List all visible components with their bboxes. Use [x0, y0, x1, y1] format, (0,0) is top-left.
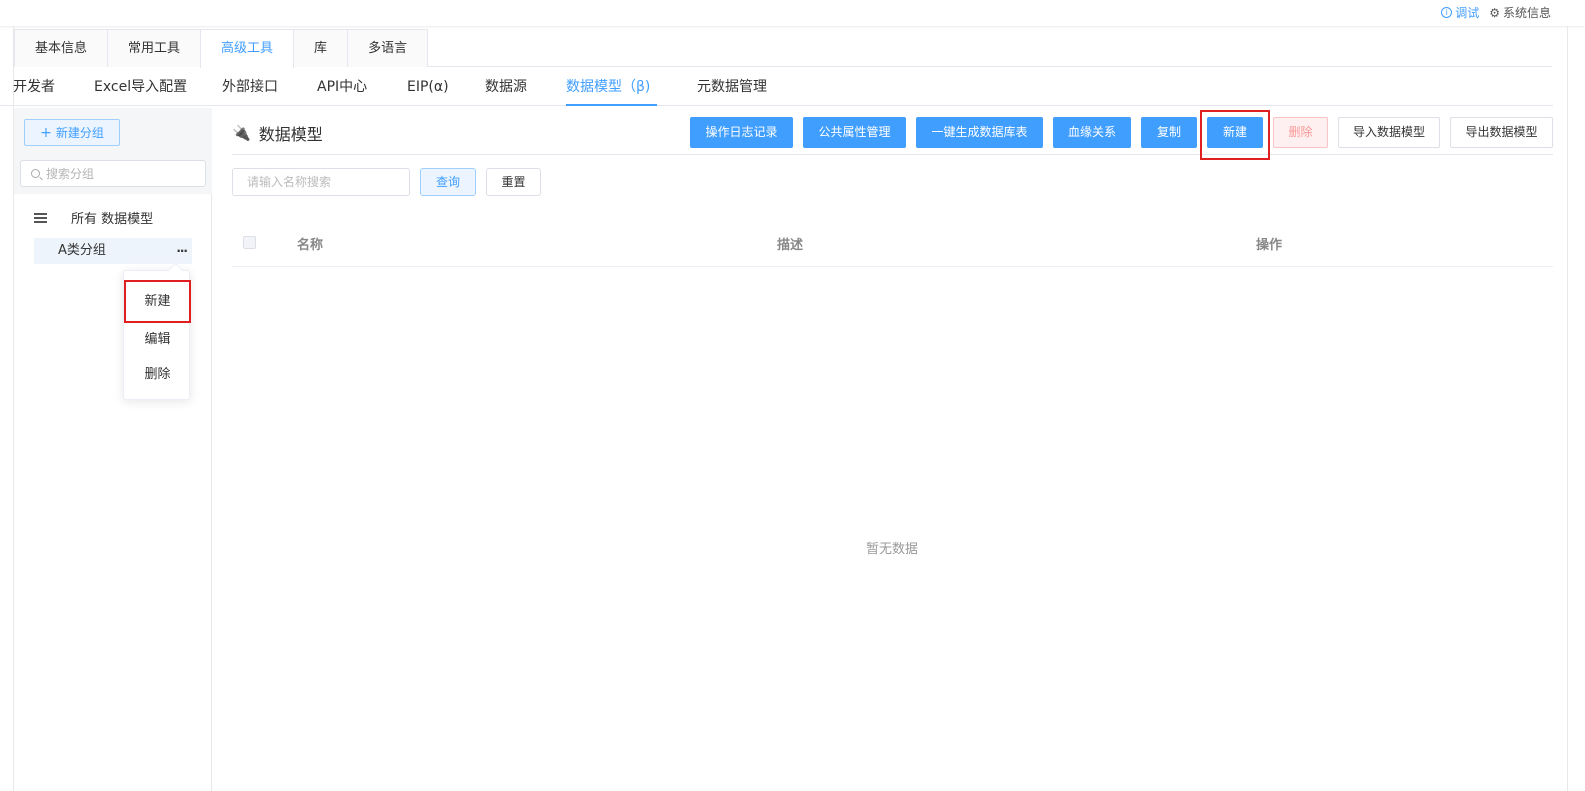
common-attributes-button[interactable]: 公共属性管理	[803, 117, 906, 148]
column-actions: 操作	[1256, 238, 1283, 253]
debug-link[interactable]: i 调试	[1441, 4, 1479, 21]
tree-node-all-label: 所有 数据模型	[71, 212, 154, 227]
system-info-link[interactable]: ⚙ 系统信息	[1489, 4, 1551, 21]
tab-library[interactable]: 库	[293, 29, 349, 67]
top-bar: i 调试 ⚙ 系统信息	[0, 0, 1585, 26]
primary-tabs: 基本信息 常用工具 高级工具 库 多语言	[14, 29, 1552, 68]
import-model-button[interactable]: 导入数据模型	[1338, 117, 1440, 148]
tab-external-api[interactable]: 外部接口	[222, 70, 278, 106]
name-search-input[interactable]	[247, 175, 397, 189]
tab-common-tools[interactable]: 常用工具	[107, 29, 202, 67]
gear-icon: ⚙	[1489, 5, 1500, 20]
system-info-label: 系统信息	[1502, 6, 1551, 20]
tab-datasource[interactable]: 数据源	[485, 70, 527, 106]
name-search-box[interactable]	[232, 168, 410, 196]
tab-developer[interactable]: 开发者	[13, 70, 55, 106]
group-context-menu: 新建 编辑 删除	[123, 270, 191, 400]
context-menu-edit[interactable]: 编辑	[124, 328, 191, 347]
tab-eip[interactable]: EIP(α)	[407, 70, 449, 106]
info-icon: i	[1441, 7, 1453, 18]
right-border	[1567, 26, 1568, 791]
new-group-button[interactable]: + 新建分组	[24, 119, 120, 146]
new-button-highlight	[1200, 110, 1270, 160]
plus-icon: +	[40, 124, 52, 141]
plug-icon: 🔌	[232, 124, 251, 142]
query-button[interactable]: 查询	[420, 168, 476, 196]
export-model-button[interactable]: 导出数据模型	[1450, 117, 1553, 148]
column-name: 名称	[297, 238, 324, 253]
empty-state-text: 暂无数据	[866, 542, 919, 557]
table-header: 名称 描述 操作	[232, 220, 1553, 267]
reset-button[interactable]: 重置	[486, 168, 541, 196]
group-sidebar: + 新建分组 所有 数据模型 A类分组 ···	[14, 108, 212, 791]
tab-excel-import[interactable]: Excel导入配置	[94, 70, 187, 106]
tab-basic-info[interactable]: 基本信息	[14, 29, 109, 67]
secondary-tabs: 开发者 Excel导入配置 外部接口 API中心 EIP(α) 数据源 数据模型…	[0, 70, 1553, 106]
column-description: 描述	[777, 238, 804, 253]
tab-metadata-management[interactable]: 元数据管理	[697, 70, 767, 106]
tree-node-all[interactable]: 所有 数据模型	[34, 208, 153, 227]
page-title-text: 数据模型	[258, 125, 323, 144]
copy-button[interactable]: 复制	[1141, 117, 1197, 148]
generate-db-tables-button[interactable]: 一键生成数据库表	[916, 117, 1043, 148]
tree-node-a-group[interactable]: A类分组 ···	[34, 238, 192, 264]
tab-api-center[interactable]: API中心	[317, 70, 367, 106]
tab-advanced-tools[interactable]: 高级工具	[200, 29, 295, 68]
tree-node-a-label: A类分组	[58, 243, 106, 258]
lineage-button[interactable]: 血缘关系	[1053, 117, 1131, 148]
context-menu-delete[interactable]: 删除	[124, 363, 191, 382]
group-search-input[interactable]	[46, 166, 186, 181]
debug-label: 调试	[1455, 6, 1480, 20]
more-icon[interactable]: ···	[176, 238, 188, 264]
header-divider	[232, 154, 1553, 155]
operation-log-button[interactable]: 操作日志记录	[690, 117, 793, 148]
select-all-checkbox[interactable]	[243, 236, 256, 249]
group-search-box[interactable]	[20, 160, 206, 187]
page-title: 🔌 数据模型	[232, 121, 323, 145]
new-group-label: 新建分组	[55, 126, 104, 140]
list-icon	[34, 212, 47, 223]
sidebar-header: + 新建分组	[14, 108, 212, 194]
context-menu-new[interactable]: 新建	[124, 280, 191, 323]
tab-multilanguage[interactable]: 多语言	[347, 29, 429, 67]
delete-button[interactable]: 删除	[1273, 117, 1328, 148]
tab-data-model[interactable]: 数据模型（β)	[566, 70, 657, 106]
search-icon	[31, 169, 40, 178]
